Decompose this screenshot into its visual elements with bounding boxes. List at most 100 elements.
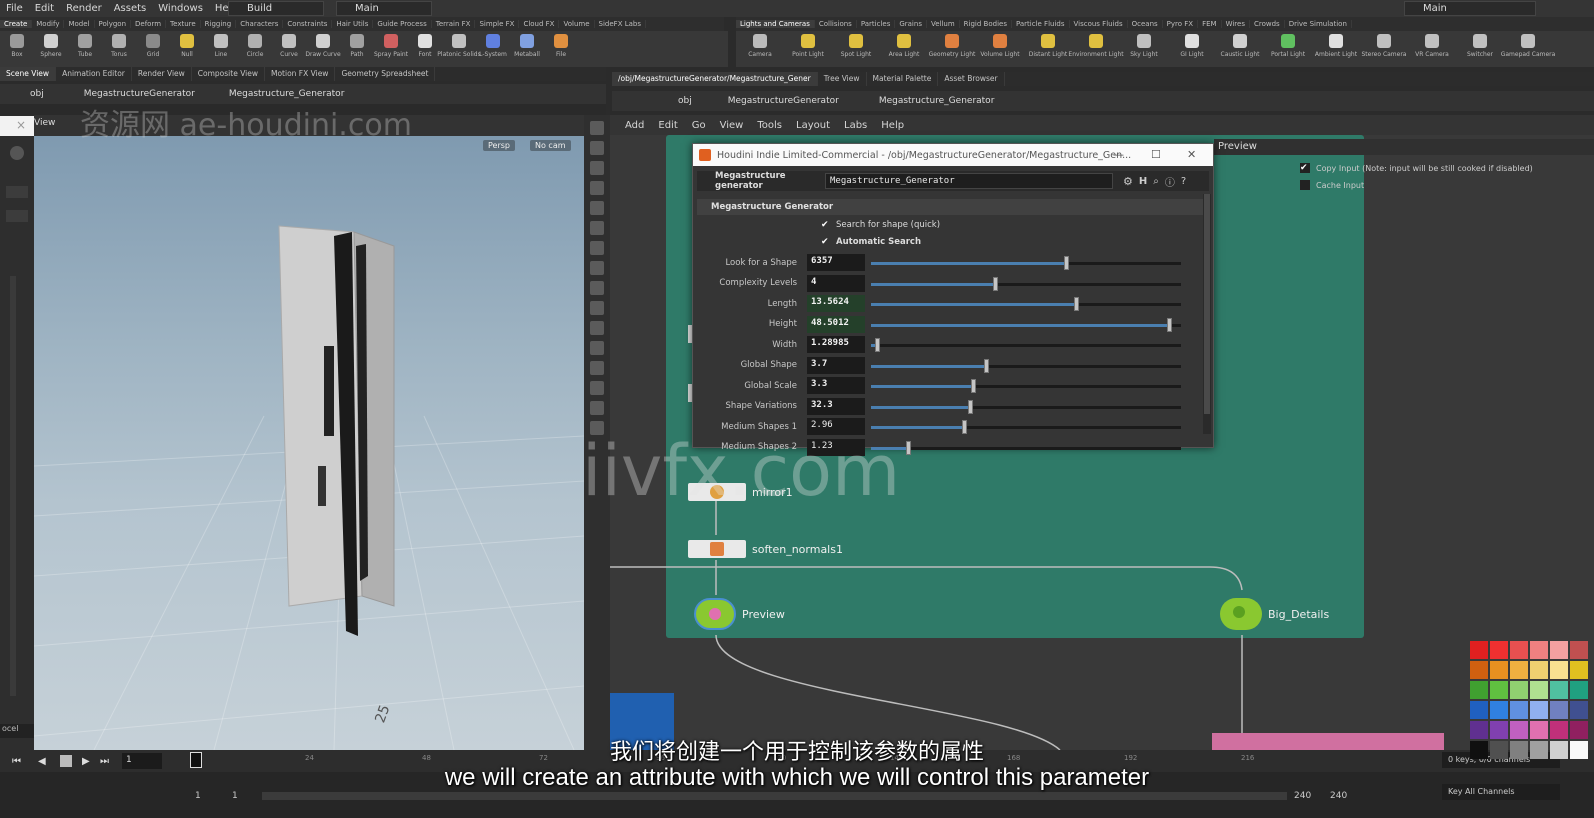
- range-end-2[interactable]: 240: [1330, 791, 1347, 801]
- point-icon[interactable]: [590, 281, 604, 295]
- tool-sky-light[interactable]: Sky Light: [1120, 31, 1168, 67]
- net-menu-go[interactable]: Go: [685, 120, 713, 131]
- light-icon[interactable]: [590, 201, 604, 215]
- slider-handle[interactable]: [1073, 297, 1079, 311]
- param-slider[interactable]: [869, 336, 1181, 353]
- shelf-tab-collisions[interactable]: Collisions: [815, 20, 857, 28]
- tool-spot-light[interactable]: Spot Light: [832, 31, 880, 67]
- shelf-tab-crowds[interactable]: Crowds: [1250, 20, 1285, 28]
- net-menu-tools[interactable]: Tools: [750, 120, 789, 131]
- tool-caustic-light[interactable]: Caustic Light: [1216, 31, 1264, 67]
- pane-tab-scene-view[interactable]: Scene View: [0, 67, 57, 81]
- net-menu-help[interactable]: Help: [874, 120, 911, 131]
- tool-geometry-light[interactable]: Geometry Light: [928, 31, 976, 67]
- range-end[interactable]: 240: [1294, 791, 1311, 801]
- color-swatch[interactable]: [1530, 661, 1548, 679]
- tool-null[interactable]: Null: [170, 31, 204, 67]
- param-slider[interactable]: [869, 418, 1181, 435]
- shelf-tab-lights-and-cameras[interactable]: Lights and Cameras: [736, 20, 815, 28]
- net-menu-add[interactable]: Add: [618, 120, 651, 131]
- uv-icon[interactable]: [590, 361, 604, 375]
- slider-handle[interactable]: [1064, 256, 1070, 270]
- color-swatch[interactable]: [1550, 641, 1568, 659]
- tool-torus[interactable]: Torus: [102, 31, 136, 67]
- color-swatch[interactable]: [1470, 661, 1488, 679]
- tool-vr-camera[interactable]: VR Camera: [1408, 31, 1456, 67]
- tool-sphere[interactable]: Sphere: [34, 31, 68, 67]
- help-h-icon[interactable]: H: [1139, 176, 1147, 187]
- param-slider[interactable]: [869, 295, 1181, 312]
- shelf-tab-polygon[interactable]: Polygon: [95, 20, 132, 28]
- color-swatch[interactable]: [1570, 661, 1588, 679]
- param-slider[interactable]: [869, 439, 1181, 456]
- section-header[interactable]: Megastructure Generator: [697, 199, 1209, 215]
- color-swatch[interactable]: [1510, 701, 1528, 719]
- main-dropdown[interactable]: Main: [336, 1, 432, 16]
- shelf-tab-sidefx-labs[interactable]: SideFX Labs: [595, 20, 646, 28]
- shading-icon[interactable]: [590, 181, 604, 195]
- tool-path[interactable]: Path: [340, 31, 374, 67]
- color-swatch[interactable]: [1490, 661, 1508, 679]
- right-main-dropdown[interactable]: Main: [1404, 1, 1536, 16]
- color-swatch[interactable]: [1470, 681, 1488, 699]
- tool-box[interactable]: Box: [0, 31, 34, 67]
- tool-switcher[interactable]: Switcher: [1456, 31, 1504, 67]
- grid-icon[interactable]: [590, 261, 604, 275]
- shelf-tab-constraints[interactable]: Constraints: [283, 20, 333, 28]
- pane-tab-motion-fx-view[interactable]: Motion FX View: [265, 67, 336, 81]
- menu-windows[interactable]: Windows: [152, 3, 209, 14]
- tool-environment-light[interactable]: Environment Light: [1068, 31, 1124, 67]
- net-menu-labs[interactable]: Labs: [837, 120, 874, 131]
- crumb-obj[interactable]: obj: [30, 89, 44, 99]
- select-icon[interactable]: [590, 121, 604, 135]
- menu-edit[interactable]: Edit: [29, 3, 60, 14]
- tool-point-light[interactable]: Point Light: [784, 31, 832, 67]
- info-icon[interactable]: ⓘ: [1165, 174, 1175, 189]
- slider-handle[interactable]: [906, 440, 912, 455]
- slider-handle[interactable]: [1166, 317, 1172, 332]
- shelf-tab-rigid-bodies[interactable]: Rigid Bodies: [960, 20, 1012, 28]
- search-shape-checkbox[interactable]: ✔ Search for shape (quick): [821, 220, 940, 230]
- shelf-tab-viscous-fluids[interactable]: Viscous Fluids: [1070, 20, 1128, 28]
- slider-handle[interactable]: [875, 338, 881, 352]
- shelf-tab-vellum[interactable]: Vellum: [927, 20, 960, 28]
- shelf-tab-deform[interactable]: Deform: [131, 20, 167, 28]
- shelf-tab-grains[interactable]: Grains: [895, 20, 927, 28]
- color-swatch[interactable]: [1470, 641, 1488, 659]
- shelf-tab-terrain-fx[interactable]: Terrain FX: [432, 20, 476, 28]
- tool-distant-light[interactable]: Distant Light: [1024, 31, 1072, 67]
- camera-menu[interactable]: No cam: [530, 140, 571, 151]
- gear-icon[interactable]: ⚙: [1123, 175, 1133, 188]
- node-preview[interactable]: Preview: [694, 598, 785, 630]
- param-slider[interactable]: [869, 275, 1181, 292]
- net-menu-view[interactable]: View: [713, 120, 751, 131]
- pane-tab-geometry-spreadsheet[interactable]: Geometry Spreadsheet: [335, 67, 436, 81]
- shelf-tab-hair-utils[interactable]: Hair Utils: [332, 20, 374, 28]
- slider-handle[interactable]: [993, 276, 998, 291]
- pane-tab-obj-megastructuregenerator-meg[interactable]: /obj/MegastructureGenerator/Megastructur…: [612, 72, 818, 86]
- crumb-node[interactable]: Megastructure_Generator: [229, 89, 345, 99]
- shelf-tab-modify[interactable]: Modify: [32, 20, 65, 28]
- param-value-field[interactable]: 3.7: [807, 356, 865, 374]
- color-swatch[interactable]: [1530, 641, 1548, 659]
- shelf-tab-oceans[interactable]: Oceans: [1128, 20, 1163, 28]
- net-menu-layout[interactable]: Layout: [789, 120, 837, 131]
- menu-assets[interactable]: Assets: [108, 3, 153, 14]
- scene-viewport[interactable]: Persp No cam 25: [34, 136, 584, 750]
- param-slider[interactable]: [869, 357, 1181, 374]
- pane-tab-asset-browser[interactable]: Asset Browser: [938, 72, 1005, 86]
- normal-icon[interactable]: [590, 341, 604, 355]
- tool-metaball[interactable]: Metaball: [510, 31, 544, 67]
- tool-draw-curve[interactable]: Draw Curve: [305, 31, 341, 67]
- color-swatch[interactable]: [1550, 701, 1568, 719]
- shelf-tab-simple-fx[interactable]: Simple FX: [475, 20, 520, 28]
- edge-icon[interactable]: [590, 301, 604, 315]
- node-name-field[interactable]: Megastructure_Generator: [825, 173, 1113, 189]
- shelf-tab-rigging[interactable]: Rigging: [201, 20, 237, 28]
- pane-tab-render-view[interactable]: Render View: [132, 67, 192, 81]
- display-icon[interactable]: [590, 161, 604, 175]
- tool-portal-light[interactable]: Portal Light: [1264, 31, 1312, 67]
- param-slider[interactable]: [869, 377, 1181, 394]
- param-value-field[interactable]: 48.5012: [807, 315, 865, 333]
- wire-icon[interactable]: [590, 381, 604, 395]
